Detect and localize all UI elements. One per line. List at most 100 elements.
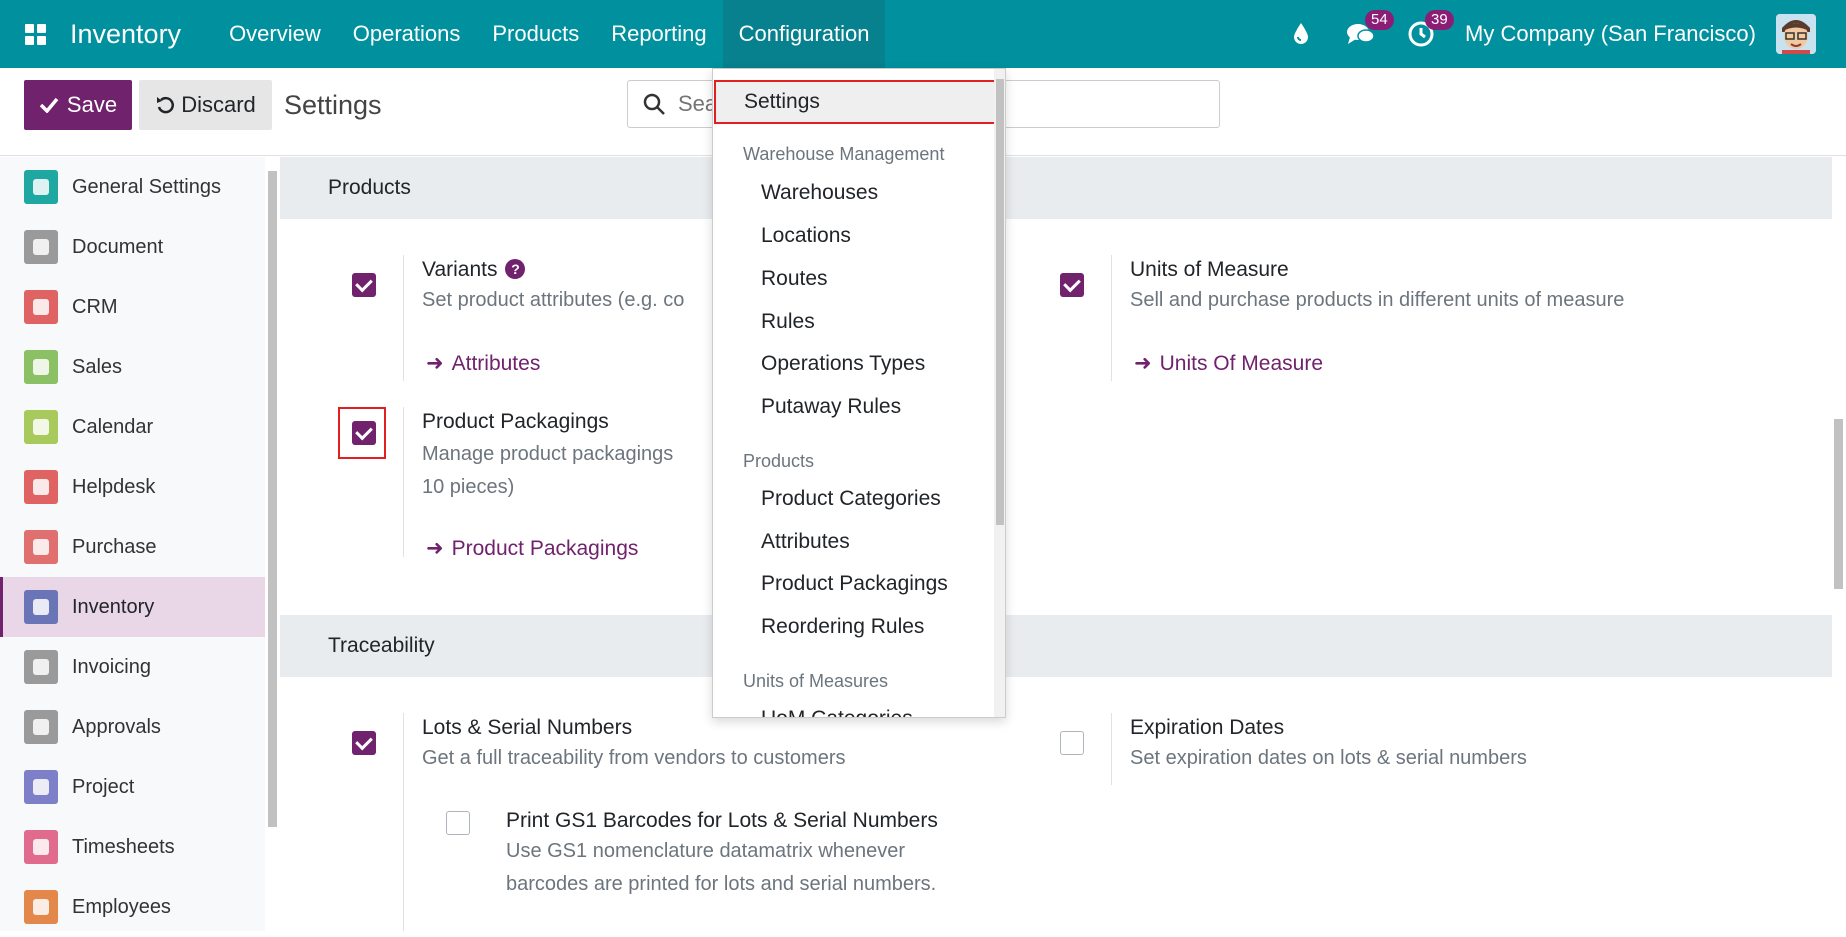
discard-label: Discard: [181, 92, 256, 117]
menu-products[interactable]: Products: [476, 0, 595, 68]
save-button[interactable]: Save: [24, 80, 132, 130]
dropdown-header-uom: Units of Measures: [743, 671, 889, 691]
activities-clock-icon[interactable]: 39: [1391, 0, 1454, 68]
lots-title: Lots & Serial Numbers: [422, 716, 633, 739]
sidebar-item-timesheets[interactable]: Timesheets: [0, 817, 265, 877]
sidebar-item-label: Approvals: [72, 715, 161, 738]
invoice-icon: [24, 650, 58, 684]
user-avatar[interactable]: [1776, 14, 1816, 54]
menu-configuration[interactable]: Configuration: [722, 0, 886, 68]
dropdown-item-attributes[interactable]: Attributes: [761, 530, 850, 554]
handshake-icon: [24, 290, 58, 324]
dropdown-item-locations[interactable]: Locations: [761, 224, 851, 248]
activities-badge: 39: [1425, 10, 1454, 30]
search-icon: [643, 93, 665, 115]
dropdown-item-routes[interactable]: Routes: [761, 267, 828, 291]
arrow-right-icon: ➜: [426, 352, 444, 375]
menu-operations[interactable]: Operations: [337, 0, 477, 68]
app-brand[interactable]: Inventory: [70, 19, 181, 50]
sidebar-item-label: Purchase: [72, 535, 157, 558]
gs1-description-2: barcodes are printed for lots and serial…: [506, 873, 937, 895]
sidebar-item-invoicing[interactable]: Invoicing: [0, 637, 265, 697]
messages-badge: 54: [1365, 10, 1394, 30]
help-icon[interactable]: ?: [505, 259, 526, 279]
rocket-icon: [24, 770, 58, 804]
sidebar-item-sales[interactable]: Sales: [0, 337, 265, 397]
dropdown-scrollbar[interactable]: [994, 69, 1005, 717]
variants-title: Variants: [422, 258, 498, 281]
settings-sidebar: General Settings Document CRM Sales Calendar…: [0, 157, 265, 931]
settings-content: Products Variants? Set product attribute…: [280, 157, 1832, 931]
gs1-description: Use GS1 nomenclature datamatrix whenever: [506, 840, 906, 862]
dropdown-item-reordering-rules[interactable]: Reordering Rules: [761, 615, 924, 639]
apps-menu-icon[interactable]: [0, 0, 70, 68]
messages-icon[interactable]: 54: [1331, 0, 1394, 68]
check-icon: [39, 97, 59, 113]
dropdown-header-warehouse: Warehouse Management: [743, 144, 945, 164]
dropdown-item-product-packagings[interactable]: Product Packagings: [761, 572, 948, 596]
lots-checkbox[interactable]: [352, 731, 376, 755]
sidebar-item-purchase[interactable]: Purchase: [0, 517, 265, 577]
uom-link-label: Units Of Measure: [1159, 352, 1323, 375]
undo-icon: [157, 96, 175, 114]
configuration-dropdown: Settings Warehouse Management Warehouses…: [712, 68, 1006, 718]
dropdown-item-uom-categories[interactable]: UoM Categories: [761, 707, 913, 717]
gs1-title: Print GS1 Barcodes for Lots & Serial Num…: [506, 809, 938, 832]
dropdown-item-operations-types[interactable]: Operations Types: [761, 352, 925, 376]
box-icon: [24, 590, 58, 624]
packagings-title: Product Packagings: [422, 410, 609, 433]
packagings-link-label: Product Packagings: [451, 537, 639, 560]
credit-card-icon: [24, 530, 58, 564]
discard-button[interactable]: Discard: [139, 80, 272, 130]
menu-overview[interactable]: Overview: [213, 0, 337, 68]
sidebar-item-label: General Settings: [72, 175, 221, 198]
sidebar-item-label: Invoicing: [72, 655, 151, 678]
chart-icon: [24, 350, 58, 384]
uom-title: Units of Measure: [1130, 258, 1289, 281]
variants-description: Set product attributes (e.g. co: [422, 289, 685, 311]
gs1-checkbox[interactable]: [446, 811, 470, 835]
folder-icon: [24, 230, 58, 264]
sidebar-item-project[interactable]: Project: [0, 757, 265, 817]
expiration-title: Expiration Dates: [1130, 716, 1285, 739]
sidebar-item-label: Timesheets: [72, 835, 175, 858]
sidebar-item-helpdesk[interactable]: Helpdesk: [0, 457, 265, 517]
sidebar-item-inventory[interactable]: Inventory: [0, 577, 265, 637]
variants-setting: Variants?: [422, 258, 526, 282]
sidebar-item-calendar[interactable]: Calendar: [0, 397, 265, 457]
variants-checkbox[interactable]: [352, 273, 376, 297]
company-switcher[interactable]: My Company (San Francisco): [1465, 21, 1756, 47]
attributes-link-label: Attributes: [451, 352, 541, 375]
gear-icon: [24, 170, 58, 204]
section-products-header: Products: [280, 157, 1832, 219]
attributes-link[interactable]: ➜ Attributes: [426, 351, 540, 376]
dropdown-item-rules[interactable]: Rules: [761, 310, 815, 334]
droplet-icon[interactable]: [1271, 0, 1331, 68]
sidebar-item-approvals[interactable]: Approvals: [0, 697, 265, 757]
dropdown-header-products: Products: [743, 451, 815, 471]
sidebar-item-label: Employees: [72, 895, 171, 918]
menu-reporting[interactable]: Reporting: [595, 0, 722, 68]
product-packagings-link[interactable]: ➜ Product Packagings: [426, 536, 638, 561]
uom-checkbox[interactable]: [1060, 273, 1084, 297]
sidebar-item-label: Sales: [72, 355, 123, 378]
expiration-checkbox[interactable]: [1060, 731, 1084, 755]
sidebar-item-employees[interactable]: Employees: [0, 877, 265, 937]
sidebar-item-label: Calendar: [72, 415, 154, 438]
sidebar-item-crm[interactable]: CRM: [0, 277, 265, 337]
sidebar-item-document[interactable]: Document: [0, 217, 265, 277]
people-icon: [24, 890, 58, 924]
dropdown-item-putaway-rules[interactable]: Putaway Rules: [761, 395, 901, 419]
packagings-description-2: 10 pieces): [422, 476, 515, 498]
units-of-measure-link[interactable]: ➜ Units Of Measure: [1134, 351, 1323, 376]
sidebar-item-label: Helpdesk: [72, 475, 156, 498]
dropdown-item-warehouses[interactable]: Warehouses: [761, 181, 878, 205]
sidebar-scrollbar[interactable]: [266, 157, 280, 931]
helpdesk-icon: [24, 470, 58, 504]
packagings-checkbox[interactable]: [352, 421, 376, 445]
packagings-description: Manage product packagings: [422, 443, 674, 465]
dropdown-item-product-categories[interactable]: Product Categories: [761, 487, 941, 511]
sidebar-item-general-settings[interactable]: General Settings: [0, 157, 265, 217]
dropdown-item-settings[interactable]: Settings: [714, 80, 997, 124]
content-scrollbar[interactable]: [1832, 157, 1846, 931]
